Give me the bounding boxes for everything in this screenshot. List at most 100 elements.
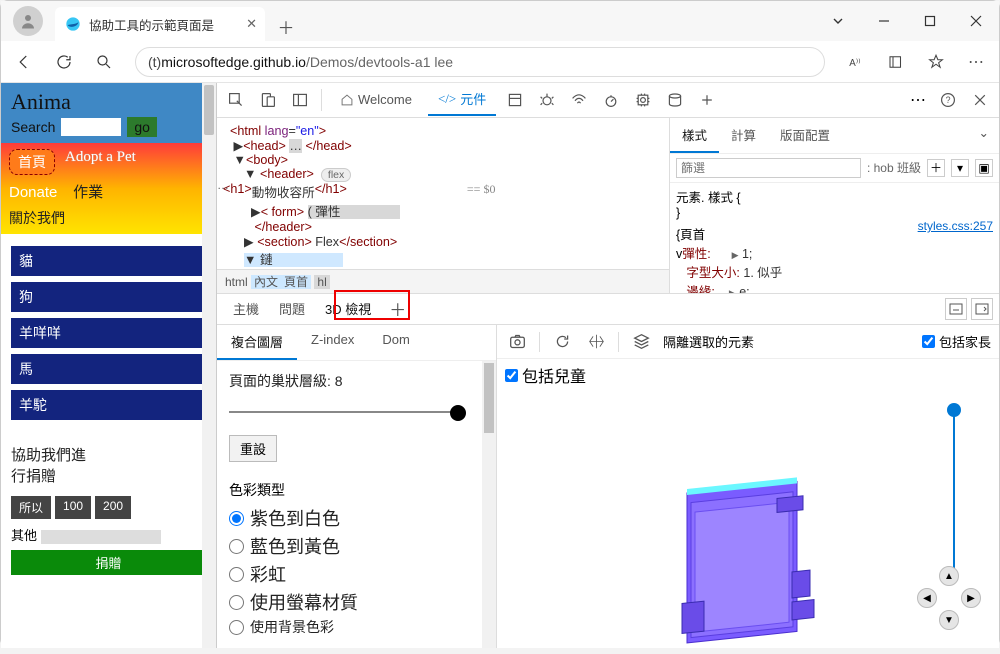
donate-button[interactable]: 捐贈 — [11, 550, 206, 575]
tool-bug-icon[interactable] — [534, 87, 560, 113]
nav-home[interactable]: 首頁 — [9, 149, 55, 175]
reset-button[interactable]: 重設 — [229, 435, 277, 462]
3d-canvas[interactable]: ▲ ▼ ◀ ▶ — [497, 385, 999, 648]
search-input[interactable] — [61, 118, 121, 136]
other-label: 其他 — [11, 528, 37, 543]
address-bar[interactable]: (t) microsoftedge.github.io /Demos/devto… — [135, 47, 825, 77]
dpad: ▲ ▼ ◀ ▶ — [917, 566, 981, 630]
add-tab-icon[interactable] — [694, 87, 720, 113]
list-item[interactable]: 狗 — [11, 282, 206, 312]
subtab-dom[interactable]: Dom — [368, 325, 423, 360]
search-icon[interactable] — [89, 47, 119, 77]
close-window-button[interactable] — [953, 1, 999, 41]
help-title-1: 協助我們進 — [11, 444, 206, 465]
tab-layout[interactable]: 版面配置 — [768, 118, 842, 153]
new-rule-icon[interactable]: ＋ — [927, 159, 945, 177]
nav-about[interactable]: 關於我們 — [9, 210, 65, 226]
chip[interactable]: 100 — [55, 496, 91, 519]
chip[interactable]: 所以 — [11, 496, 51, 519]
go-button[interactable]: go — [127, 117, 157, 137]
tab-elements[interactable]: </> 元件 — [428, 83, 496, 116]
tool-memory-icon[interactable] — [630, 87, 656, 113]
device-icon[interactable] — [255, 87, 281, 113]
radio-screen-texture[interactable]: 使用螢幕材質 — [229, 588, 484, 616]
maximize-button[interactable] — [907, 1, 953, 41]
more-tools-icon[interactable]: ⋯ — [907, 89, 929, 111]
subtab-zindex[interactable]: Z-index — [297, 325, 368, 360]
toggle-icon[interactable]: ▾ — [951, 159, 969, 177]
zoom-slider[interactable] — [953, 409, 955, 569]
home-icon — [340, 93, 354, 107]
panel-scrollbar[interactable] — [482, 361, 496, 648]
settings-help-icon[interactable]: ? — [935, 87, 961, 113]
nav-donate[interactable]: Donate — [9, 184, 57, 201]
browser-tab[interactable]: 協助工具的示範頁面是 ✕ — [55, 7, 265, 41]
dpad-up[interactable]: ▲ — [939, 566, 959, 586]
chevron-down-icon[interactable]: ⌄ — [969, 118, 999, 153]
list-item[interactable]: 貓 — [11, 246, 206, 276]
dpad-left[interactable]: ◀ — [917, 588, 937, 608]
drawer-dock-icon[interactable] — [945, 298, 967, 320]
dock-icon[interactable] — [287, 87, 313, 113]
back-button[interactable] — [9, 47, 39, 77]
tool-storage-icon[interactable] — [662, 87, 688, 113]
read-aloud-icon[interactable]: A⁾⁾ — [841, 47, 871, 77]
dpad-down[interactable]: ▼ — [939, 610, 959, 630]
chip[interactable]: 200 — [95, 496, 131, 519]
radio-bg-color[interactable]: 使用背景色彩 — [229, 616, 484, 638]
tab-title: 協助工具的示範頁面是 — [89, 15, 214, 34]
tool-app-icon[interactable] — [502, 87, 528, 113]
hov-label[interactable]: : hob 班級 — [867, 159, 921, 176]
subtab-composited[interactable]: 複合圖層 — [217, 325, 297, 360]
chevron-down-icon[interactable] — [815, 1, 861, 41]
elements-tree[interactable]: <html lang="en"> ▶<head> … </head> ▼<bod… — [217, 118, 669, 293]
refresh-button[interactable] — [49, 47, 79, 77]
rendered-page: Anima Search go 首頁 Adopt a Pet Donate 作業… — [1, 83, 217, 648]
more-menu-icon[interactable]: ⋯ — [961, 47, 991, 77]
other-input[interactable] — [41, 530, 161, 544]
list-item[interactable]: 羊駝 — [11, 390, 206, 420]
close-tab-icon[interactable]: ✕ — [246, 16, 257, 32]
tab-styles[interactable]: 樣式 — [670, 118, 719, 153]
radio-purple-white[interactable]: 紫色到白色 — [229, 504, 484, 532]
dpad-right[interactable]: ▶ — [961, 588, 981, 608]
tab-welcome[interactable]: Welcome — [330, 86, 422, 113]
styles-content[interactable]: 元素. 樣式 { } {頁首 v彈性: ▶ 1; 字型大小: 1. 似乎 邊緣:… — [670, 183, 999, 293]
panel-icon[interactable]: ▣ — [975, 159, 993, 177]
collapsed-icon[interactable]: … — [217, 178, 229, 192]
breadcrumb[interactable]: html 內文頁首 hl — [217, 269, 669, 293]
radio-blue-yellow[interactable]: 藍色到黃色 — [229, 532, 484, 560]
collections-icon[interactable] — [881, 47, 911, 77]
favorite-icon[interactable] — [921, 47, 951, 77]
drawer-tab-issues[interactable]: 問題 — [269, 294, 315, 323]
snapshot-icon[interactable] — [505, 330, 529, 354]
pan-icon[interactable] — [584, 330, 608, 354]
nav-adopt[interactable]: Adopt a Pet — [65, 149, 136, 175]
radio-rainbow[interactable]: 彩虹 — [229, 560, 484, 588]
help-title-2: 行捐贈 — [11, 465, 206, 486]
profile-avatar[interactable] — [13, 6, 43, 36]
nav-jobs[interactable]: 作業 — [73, 184, 103, 201]
url-path: /Demos/devtools-a1 lee — [306, 54, 453, 70]
list-item[interactable]: 馬 — [11, 354, 206, 384]
nesting-slider[interactable] — [229, 405, 484, 419]
close-devtools-icon[interactable] — [967, 87, 993, 113]
tool-perf-icon[interactable] — [598, 87, 624, 113]
stylesheet-link[interactable]: styles.css:257 — [918, 219, 993, 233]
parents-checkbox[interactable]: 包括家長 — [922, 332, 991, 351]
drawer-expand-icon[interactable] — [971, 298, 993, 320]
nesting-value: 8 — [335, 373, 343, 389]
retake-icon[interactable] — [550, 330, 574, 354]
new-tab-button[interactable]: ＋ — [271, 11, 301, 41]
drawer-tab-console[interactable]: 主機 — [223, 294, 269, 323]
list-item[interactable]: 羊咩咩 — [11, 318, 206, 348]
inspect-icon[interactable] — [223, 87, 249, 113]
minimize-button[interactable] — [861, 1, 907, 41]
tool-network-icon[interactable] — [566, 87, 592, 113]
filter-input[interactable] — [676, 158, 861, 178]
url-prefix: (t) — [148, 54, 161, 70]
children-checkbox[interactable]: 包括兒童 — [505, 363, 991, 387]
page-scrollbar[interactable] — [202, 83, 216, 648]
tab-computed[interactable]: 計算 — [719, 118, 768, 153]
layers-icon[interactable] — [629, 330, 653, 354]
